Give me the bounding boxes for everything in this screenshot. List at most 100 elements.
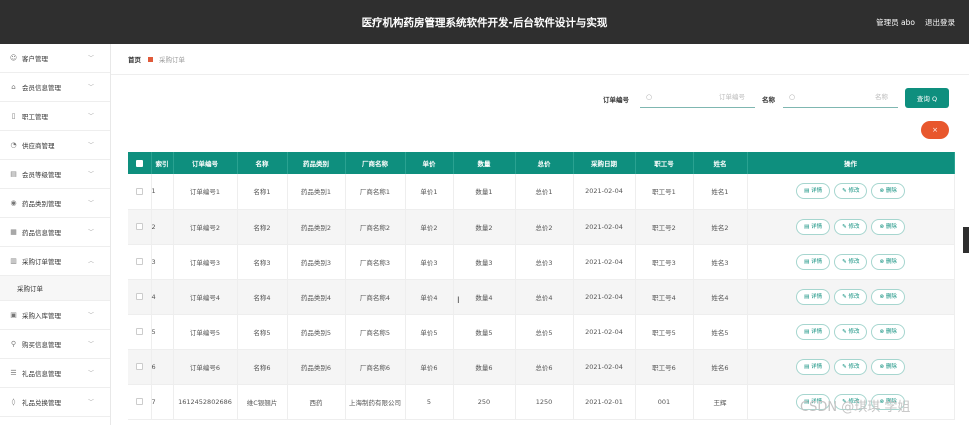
delete-button[interactable]: ⊗ 删除 xyxy=(871,323,905,340)
edit-button[interactable]: ✎ 修改 xyxy=(834,288,868,305)
checkbox-icon[interactable] xyxy=(135,363,143,370)
detail-button[interactable]: ▤ 详情 xyxy=(796,183,831,200)
delete-button[interactable]: ⊗ 删除 xyxy=(871,253,905,270)
sidebar-item-8[interactable]: ▣ 采购入库管理 ﹀ xyxy=(0,301,110,330)
row-checkbox[interactable] xyxy=(128,384,152,420)
table-cell: 订单编号3 xyxy=(173,244,238,280)
table-cell: 药品类别5 xyxy=(287,314,346,350)
edit-button[interactable]: ✎ 修改 xyxy=(834,183,868,200)
edit-button[interactable]: ✎ 修改 xyxy=(834,218,868,235)
row-checkbox[interactable] xyxy=(128,279,152,315)
column-header: 订单编号 xyxy=(173,152,238,174)
table-cell: 数量5 xyxy=(453,314,516,350)
breadcrumb-separator-icon xyxy=(148,56,153,62)
person-icon: ⚲ xyxy=(10,340,17,348)
name-field[interactable]: ○ xyxy=(783,90,898,108)
batch-delete-button[interactable]: × xyxy=(921,121,949,139)
table-cell: 总价2 xyxy=(515,209,574,245)
row-checkbox[interactable] xyxy=(128,244,152,280)
table-cell: 数量2 xyxy=(453,209,516,245)
delete-button[interactable]: ⊗ 删除 xyxy=(871,358,905,375)
logout-link[interactable]: 退出登录 xyxy=(925,17,955,28)
table-cell: 厂商名称4 xyxy=(345,279,406,315)
table-cell: 2021-02-01 xyxy=(573,384,636,420)
sidebar-item-label: 礼品信息管理 xyxy=(22,370,61,378)
detail-button[interactable]: ▤ 详情 xyxy=(796,218,831,235)
chevron-down-icon: ﹀ xyxy=(87,229,94,236)
column-header: 姓名 xyxy=(693,152,748,174)
scrollbar-handle[interactable] xyxy=(963,227,969,253)
table-cell: 订单编号4 xyxy=(173,279,238,315)
checkbox-icon[interactable] xyxy=(135,159,143,167)
column-header: 操作 xyxy=(747,152,955,174)
table-row[interactable]: 3 订单编号3 名称3 药品类别3 厂商名称3 单价3 数量3 总价3 2021-02-04 职工… xyxy=(128,244,955,280)
edit-button[interactable]: ✎ 修改 xyxy=(834,323,868,340)
delete-button[interactable]: ⊗ 删除 xyxy=(871,288,905,305)
breadcrumb-current: 采购订单 xyxy=(159,56,185,64)
sidebar-item-3[interactable]: ◔ 供应商管理 ﹀ xyxy=(0,131,110,160)
table-body: 1 订单编号1 名称1 药品类别1 厂商名称1 单价1 数量1 总价1 2021-02-04 职工… xyxy=(128,174,955,420)
table-row[interactable]: 4 订单编号4 名称4 药品类别4 厂商名称4 单价4 数量4 总价4 2021-02-04 职工… xyxy=(128,279,955,315)
detail-button[interactable]: ▤ 详情 xyxy=(796,288,831,305)
table-cell: 总价3 xyxy=(515,244,574,280)
watermark: CSDN @琪琪 学姐 xyxy=(800,400,911,415)
sidebar-item-4[interactable]: ▤ 会员等级管理 ﹀ xyxy=(0,160,110,189)
table-cell: 2021-02-04 xyxy=(573,174,636,210)
order-number-input[interactable] xyxy=(675,93,745,101)
breadcrumb-home[interactable]: 首页 xyxy=(128,54,141,64)
query-button[interactable]: 查询 Q xyxy=(905,88,949,108)
table-cell: 2021-02-04 xyxy=(573,209,636,245)
name-label: 名称 xyxy=(762,96,775,104)
column-header: 单价 xyxy=(405,152,454,174)
table-row[interactable]: 2 订单编号2 名称2 药品类别2 厂商名称2 单价2 数量2 总价2 2021-02-04 职工… xyxy=(128,209,955,245)
table-cell: 厂商名称3 xyxy=(345,244,406,280)
edit-button[interactable]: ✎ 修改 xyxy=(834,358,868,375)
sidebar-item-label: 客户管理 xyxy=(22,55,48,63)
table-row[interactable]: 1 订单编号1 名称1 药品类别1 厂商名称1 单价1 数量1 总价1 2021-02-04 职工… xyxy=(128,174,955,210)
checkbox-icon[interactable] xyxy=(135,258,143,265)
sidebar-item-7[interactable]: ▥ 采购订单管理 ︿ xyxy=(0,247,110,276)
checkbox-icon[interactable] xyxy=(135,223,143,230)
orders-table: 索引 订单编号 名称 药品类别 厂商名称 单价 数量 总价 采购日期 职工号 姓名 操作 1 订单编号1… xyxy=(128,152,955,420)
delete-button[interactable]: ⊗ 删除 xyxy=(871,183,905,200)
checkbox-icon[interactable] xyxy=(135,187,143,195)
table-cell: 厂商名称6 xyxy=(345,349,406,385)
name-input[interactable] xyxy=(818,93,888,101)
chevron-up-icon: ︿ xyxy=(87,258,94,265)
table-cell: 6 xyxy=(151,349,174,385)
select-all-checkbox[interactable] xyxy=(128,152,152,174)
checkbox-icon[interactable] xyxy=(135,293,143,300)
table-cell: 单价4 xyxy=(405,279,454,315)
table-cell: 订单编号6 xyxy=(173,349,238,385)
row-checkbox[interactable] xyxy=(128,209,152,245)
delete-button[interactable]: ⊗ 删除 xyxy=(871,218,905,235)
checkbox-icon[interactable] xyxy=(135,398,143,405)
sidebar-item-5[interactable]: ◉ 药品类别管理 ﹀ xyxy=(0,189,110,218)
sidebar-item-9[interactable]: ⚲ 购买信息管理 ﹀ xyxy=(0,330,110,359)
order-number-field[interactable]: ○ xyxy=(640,90,755,108)
row-checkbox[interactable] xyxy=(128,314,152,350)
table-cell: 1250 xyxy=(515,384,574,420)
checkbox-icon[interactable] xyxy=(135,328,143,335)
sidebar-item-11[interactable]: ◊ 礼品兑换管理 ﹀ xyxy=(0,388,110,417)
table-cell: 2021-02-04 xyxy=(573,244,636,280)
row-checkbox[interactable] xyxy=(128,174,152,210)
detail-button[interactable]: ▤ 详情 xyxy=(796,323,831,340)
table-cell: 名称6 xyxy=(237,349,288,385)
detail-button[interactable]: ▤ 详情 xyxy=(796,358,831,375)
sidebar-item-6[interactable]: ▦ 药品信息管理 ﹀ xyxy=(0,218,110,247)
sidebar-item-0[interactable]: ☺ 客户管理 ﹀ xyxy=(0,44,110,73)
user-icon: ☺ xyxy=(9,54,18,62)
sidebar-item-10[interactable]: ☰ 礼品信息管理 ﹀ xyxy=(0,359,110,388)
edit-button[interactable]: ✎ 修改 xyxy=(834,253,868,270)
sidebar-item-1[interactable]: ⌂ 会员信息管理 ﹀ xyxy=(0,73,110,102)
sidebar-item-label: 采购订单管理 xyxy=(22,258,61,266)
chevron-down-icon: ﹀ xyxy=(87,341,94,348)
table-row[interactable]: 5 订单编号5 名称5 药品类别5 厂商名称5 单价5 数量5 总价5 2021-02-04 职工… xyxy=(128,314,955,350)
detail-button[interactable]: ▤ 详情 xyxy=(796,253,831,270)
sidebar-item-2[interactable]: ▯ 职工管理 ﹀ xyxy=(0,102,110,131)
chevron-down-icon: ﹀ xyxy=(87,200,94,207)
sidebar-subitem-purchase-orders[interactable]: 采购订单 xyxy=(0,276,110,301)
row-checkbox[interactable] xyxy=(128,349,152,385)
table-row[interactable]: 6 订单编号6 名称6 药品类别6 厂商名称6 单价6 数量6 总价6 2021-02-04 职工… xyxy=(128,349,955,385)
